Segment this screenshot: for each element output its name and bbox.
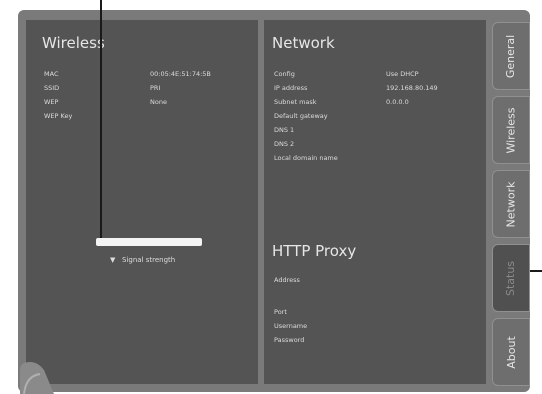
wep-value: None <box>150 98 167 106</box>
default-gateway-label: Default gateway <box>274 112 328 120</box>
http-proxy-title: HTTP Proxy <box>272 242 357 260</box>
config-value: Use DHCP <box>386 70 419 78</box>
wep-label: WEP <box>44 98 59 106</box>
mac-value: 00:05:4E:51:74:5B <box>150 70 211 78</box>
proxy-port-label: Port <box>274 308 287 316</box>
signal-arrow-icon: ▼ <box>110 256 116 264</box>
config-label: Config <box>274 70 295 78</box>
corner-icon <box>20 362 54 394</box>
ip-address-value: 192.168.80.149 <box>386 84 438 92</box>
subnet-mask-label: Subnet mask <box>274 98 317 106</box>
wireless-title: Wireless <box>42 34 105 52</box>
tab-wireless[interactable]: Wireless <box>492 96 530 164</box>
wireless-panel <box>26 20 258 384</box>
tab-status[interactable]: Status <box>492 244 530 312</box>
dns1-label: DNS 1 <box>274 126 295 134</box>
signal-strength-bar <box>96 238 202 246</box>
wep-key-label: WEP Key <box>44 112 73 120</box>
ssid-value: PRI <box>150 84 161 92</box>
callout-line <box>100 0 102 238</box>
local-domain-name-label: Local domain name <box>274 154 338 162</box>
tab-network[interactable]: Network <box>492 170 530 238</box>
mac-label: MAC <box>44 70 59 78</box>
network-title: Network <box>272 34 335 52</box>
signal-strength-label: Signal strength <box>122 256 176 264</box>
dns2-label: DNS 2 <box>274 140 295 148</box>
callout-line <box>530 270 542 272</box>
proxy-username-label: Username <box>274 322 308 330</box>
subnet-mask-value: 0.0.0.0 <box>386 98 409 106</box>
proxy-address-label: Address <box>274 276 300 284</box>
ip-address-label: IP address <box>274 84 308 92</box>
proxy-password-label: Password <box>274 336 305 344</box>
tab-about[interactable]: About <box>492 318 530 386</box>
ssid-label: SSID <box>44 84 60 92</box>
tab-general[interactable]: General <box>492 22 530 90</box>
